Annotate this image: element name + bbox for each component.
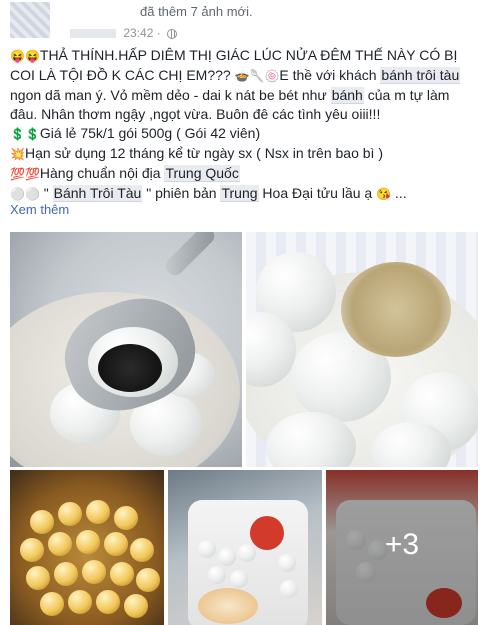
hashtag-link[interactable]: bánh trôi tàu xyxy=(380,67,461,84)
post-timestamp[interactable]: 23:42 · xyxy=(123,26,160,40)
post-text-segment: THẢ THÍNH.HẤP DIÊM THỊ GIÁC LÚC NỬA ĐÊM … xyxy=(39,47,458,63)
avatar[interactable] xyxy=(10,2,50,38)
hashtag-link[interactable]: Bánh Trôi Tàu xyxy=(52,185,143,202)
hashtag-link[interactable]: Trung Quốc xyxy=(164,165,240,182)
post-text-segment: đâu. Nhân thơm ngậy ,ngọt vừa. Buôn đê c… xyxy=(10,106,381,122)
golden-ball xyxy=(68,590,92,614)
golden-ball xyxy=(58,502,82,526)
post-line: 💥Hạn sử dụng 12 tháng kể từ ngày sx ( Ns… xyxy=(10,144,480,164)
rice-ball xyxy=(218,548,236,566)
brand-logo xyxy=(250,516,284,550)
redacted-date xyxy=(70,29,116,39)
emoji-icon: 😝😝 xyxy=(10,49,40,63)
emoji-icon: 🍲🥄🍥 xyxy=(234,69,280,83)
golden-ball xyxy=(54,562,78,586)
post-body: 😝😝THẢ THÍNH.HẤP DIÊM THỊ GIÁC LÚC NỬA ĐÊ… xyxy=(10,46,480,204)
post-text-segment: Hàng chuẩn nội địa xyxy=(39,165,165,181)
post-line: COI LÀ TỘI ĐỒ K CÁC CHỊ EM??? 🍲🥄🍥E thề v… xyxy=(10,66,480,86)
rice-ball xyxy=(230,570,248,588)
photo-more-package[interactable]: +3 xyxy=(326,470,478,625)
post-text-segment: " xyxy=(39,185,53,201)
rice-ball xyxy=(198,540,216,558)
post-line: 💲💲Giá lẻ 75k/1 gói 500g ( Gói 42 viên) xyxy=(10,124,480,144)
post-text-segment: ... xyxy=(391,185,407,201)
sesame-filling xyxy=(98,344,162,392)
golden-ball xyxy=(26,566,50,590)
golden-ball xyxy=(40,592,64,616)
post-text-segment: Hạn sử dụng 12 tháng kể từ ngày sx ( Nsx… xyxy=(24,145,383,161)
post-line: 😝😝THẢ THÍNH.HẤP DIÊM THỊ GIÁC LÚC NỬA ĐÊ… xyxy=(10,46,480,66)
emoji-icon: 😘 xyxy=(376,187,392,201)
post-line: đâu. Nhân thơm ngậy ,ngọt vừa. Buôn đê c… xyxy=(10,105,480,124)
bowl-illustration xyxy=(198,588,258,624)
rice-ball xyxy=(280,580,298,598)
post-text-segment: Giá lẻ 75k/1 gói 500g ( Gói 42 viên) xyxy=(39,125,261,141)
post-header: đã thêm 7 ảnh mới. 23:42 · xyxy=(0,0,485,44)
post-line: ngon dã man ý. Vỏ mềm dẻo - dai k nát be… xyxy=(10,86,480,105)
emoji-icon: 💥 xyxy=(10,147,25,161)
post-text-segment: COI LÀ TỘI ĐỒ K CÁC CHỊ EM??? xyxy=(10,67,235,83)
hashtag-link[interactable]: bánh xyxy=(330,87,364,104)
golden-ball xyxy=(30,510,54,534)
globe-icon xyxy=(167,28,178,39)
emoji-icon: 💯💯 xyxy=(10,167,40,181)
golden-ball xyxy=(96,590,120,614)
golden-ball xyxy=(48,532,72,556)
post-text-segment: ngon dã man ý. Vỏ mềm dẻo - dai k nát be… xyxy=(10,87,331,103)
spoon-handle xyxy=(162,232,218,279)
post-text-segment: Hoa Đại tửu lầu ạ xyxy=(258,185,377,201)
golden-ball xyxy=(124,594,148,618)
see-more-link[interactable]: Xem thêm xyxy=(10,202,69,217)
photo-product-package[interactable] xyxy=(168,470,322,625)
post-text-segment: của m tự làm xyxy=(363,87,450,103)
rice-ball xyxy=(278,554,296,572)
rice-ball-cut xyxy=(341,262,451,357)
post-text-segment: E thề với khách xyxy=(279,67,381,83)
rice-ball xyxy=(208,566,226,584)
golden-ball xyxy=(104,532,128,556)
photo-rice-balls-plate[interactable] xyxy=(246,232,478,467)
photo-pot-golden-balls[interactable] xyxy=(10,470,164,625)
emoji-icon: 💲💲 xyxy=(10,127,40,141)
post-line: ⚪⚪ " Bánh Trôi Tàu " phiên bản Trung Hoa… xyxy=(10,184,480,204)
hashtag-link[interactable]: Trung xyxy=(220,185,259,202)
post-timestamp-line: 23:42 · xyxy=(70,26,178,40)
post-action-text: đã thêm 7 ảnh mới. xyxy=(140,4,253,19)
more-photos-count[interactable]: +3 xyxy=(326,528,478,562)
golden-ball xyxy=(82,560,106,584)
golden-ball xyxy=(20,538,44,562)
rice-ball xyxy=(238,544,256,562)
golden-ball xyxy=(130,538,154,562)
post-text-segment: " phiên bản xyxy=(142,185,221,201)
golden-ball xyxy=(110,562,134,586)
golden-ball xyxy=(136,568,160,592)
photo-spoon-filling[interactable] xyxy=(10,232,242,467)
golden-ball xyxy=(86,500,110,524)
golden-ball xyxy=(76,530,100,554)
author-line: đã thêm 7 ảnh mới. xyxy=(140,4,253,19)
golden-ball xyxy=(114,506,138,530)
post-line: 💯💯Hàng chuẩn nội địa Trung Quốc xyxy=(10,164,480,184)
